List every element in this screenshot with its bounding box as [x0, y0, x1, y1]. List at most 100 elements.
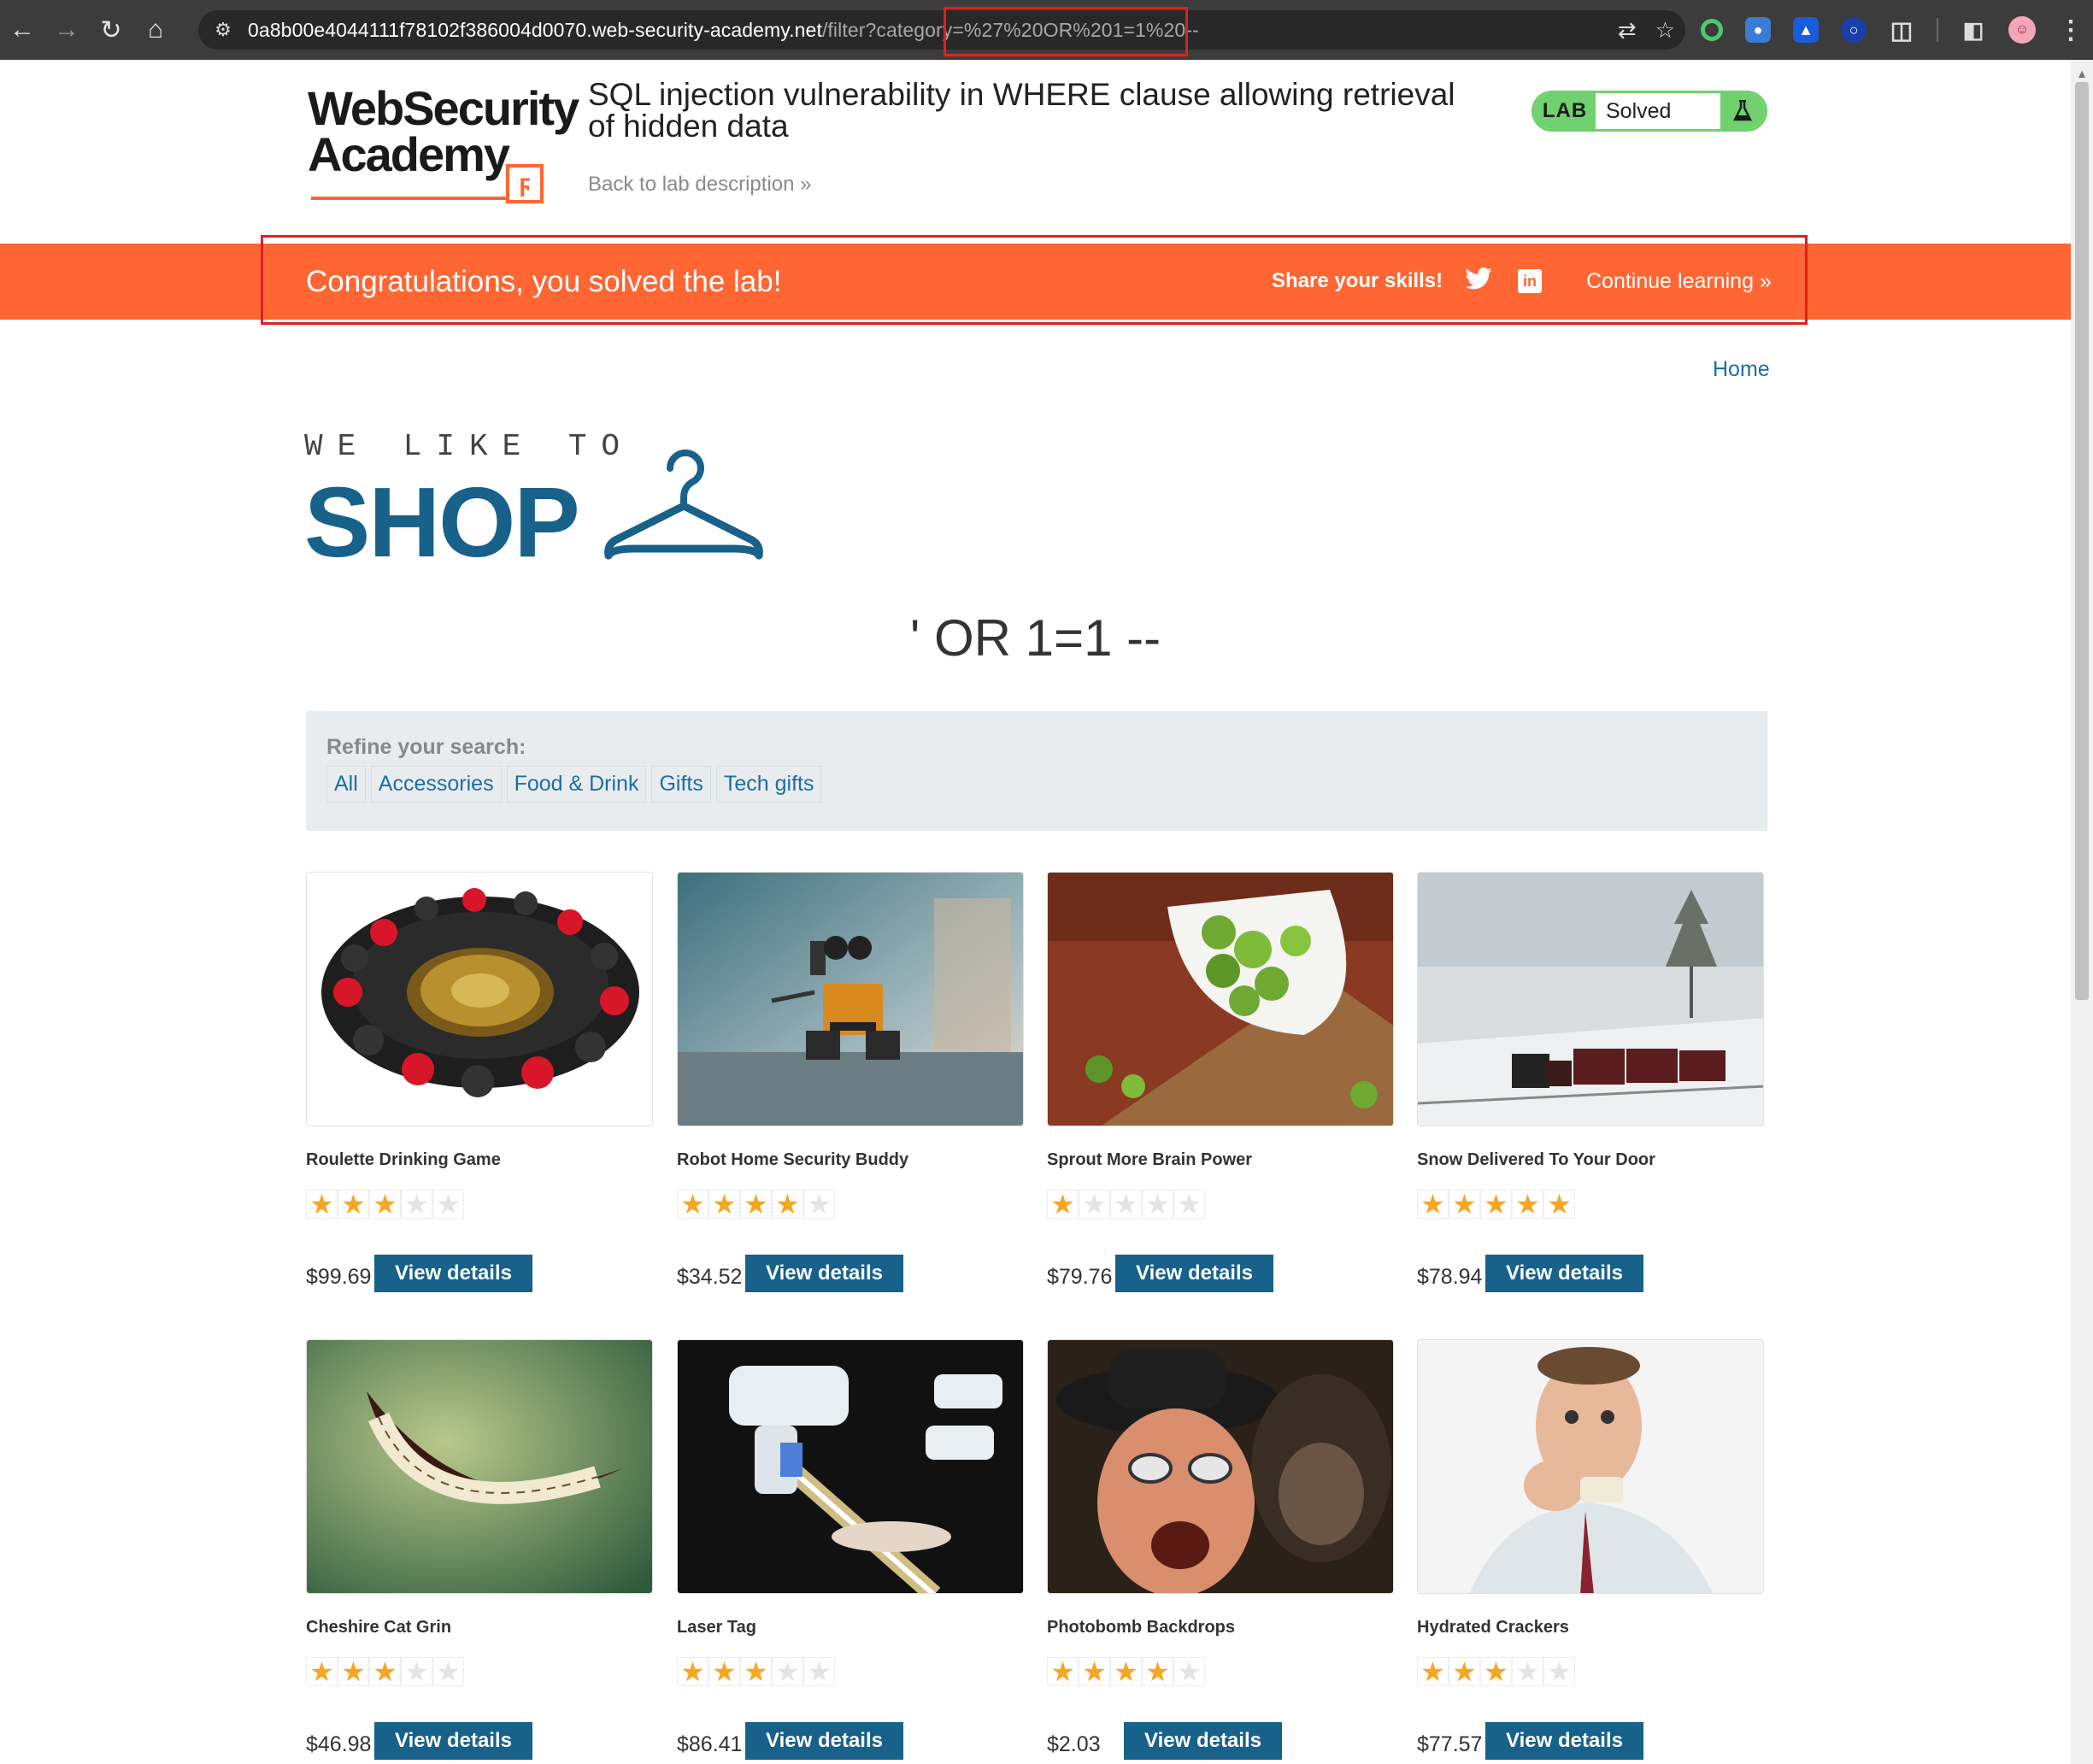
extensions-puzzle-icon[interactable]: ◫: [1889, 17, 1914, 44]
product-price: $46.98: [306, 1732, 372, 1756]
logo-underline: [311, 197, 509, 200]
product-image-laser-guns[interactable]: [677, 1339, 1024, 1594]
logo-lightning-icon: ϝ: [506, 164, 544, 203]
address-bar[interactable]: ⚙ 0a8b00e4044111f78102f386004d0070.web-s…: [198, 10, 1685, 50]
product-card: Robot Home Security Buddy ★ ★ ★ ★ ★ $34.52 V…: [677, 872, 1024, 1292]
rating-star-icon: ★: [803, 1190, 835, 1219]
product-card: Photobomb Backdrops ★ ★ ★ ★ ★ $2.03 View det…: [1047, 1339, 1394, 1760]
category-title: ' OR 1=1 --: [909, 609, 1161, 667]
product-rating: ★ ★ ★ ★ ★: [677, 1657, 835, 1686]
filter-all[interactable]: All: [326, 766, 366, 803]
view-details-button[interactable]: View details: [1485, 1255, 1643, 1292]
site-info-icon[interactable]: ⚙: [198, 10, 248, 50]
bookmark-star-icon[interactable]: ☆: [1655, 17, 1675, 44]
product-price: $34.52: [677, 1265, 743, 1289]
home-icon[interactable]: ⌂: [133, 0, 178, 60]
view-details-button[interactable]: View details: [745, 1255, 903, 1292]
product-name: Photobomb Backdrops: [1047, 1618, 1236, 1637]
rating-star-icon: ★: [1110, 1657, 1142, 1686]
extension-shield-icon[interactable]: ▲: [1793, 17, 1819, 43]
view-details-button[interactable]: View details: [745, 1722, 903, 1760]
product-image-man-eating-cracker[interactable]: [1417, 1339, 1764, 1594]
product-name: Hydrated Crackers: [1417, 1618, 1569, 1637]
back-to-lab-description-link[interactable]: Back to lab description »: [588, 173, 812, 197]
product-name: Sprout More Brain Power: [1047, 1150, 1253, 1169]
rating-star-icon: ★: [369, 1190, 401, 1219]
rating-star-icon: ★: [772, 1190, 803, 1219]
product-name: Robot Home Security Buddy: [677, 1150, 909, 1169]
filter-food-and-drink[interactable]: Food & Drink: [506, 766, 647, 803]
scrollbar-thumb[interactable]: [2075, 82, 2089, 1000]
rating-star-icon: ★: [803, 1657, 835, 1686]
scroll-up-arrow-icon[interactable]: ▲: [2076, 67, 2088, 80]
rating-star-icon: ★: [1079, 1190, 1110, 1219]
translate-icon[interactable]: ⇄: [1618, 17, 1637, 44]
browser-menu-icon[interactable]: ⋮: [2058, 16, 2084, 44]
back-arrow-icon[interactable]: ←: [0, 0, 44, 60]
filter-gifts[interactable]: Gifts: [651, 766, 711, 803]
product-rating: ★ ★ ★ ★ ★: [677, 1190, 835, 1219]
refine-search-label: Refine your search:: [326, 735, 526, 759]
rating-star-icon: ★: [401, 1190, 432, 1219]
rating-star-icon: ★: [708, 1190, 740, 1219]
profile-avatar-icon[interactable]: ☺: [2008, 16, 2036, 44]
rating-star-icon: ★: [338, 1190, 369, 1219]
product-rating: ★ ★ ★ ★ ★: [1417, 1190, 1575, 1219]
product-card: Sprout More Brain Power ★ ★ ★ ★ ★ $79.76 Vie…: [1047, 872, 1394, 1292]
view-details-button[interactable]: View details: [374, 1722, 532, 1760]
rating-star-icon: ★: [677, 1190, 708, 1219]
rating-star-icon: ★: [1079, 1657, 1110, 1686]
product-image-cat-grin[interactable]: [306, 1339, 653, 1594]
url-host: 0a8b00e4044111f78102f386004d0070.web-sec…: [248, 18, 822, 41]
view-details-button[interactable]: View details: [1115, 1255, 1273, 1292]
extension-dark-blue-icon[interactable]: ○: [1841, 17, 1867, 43]
rating-star-icon: ★: [1142, 1657, 1173, 1686]
reload-icon[interactable]: ↻: [89, 0, 133, 60]
product-card: Hydrated Crackers ★ ★ ★ ★ ★ $77.57 View deta…: [1417, 1339, 1764, 1760]
product-name: Laser Tag: [677, 1618, 756, 1637]
product-card: Laser Tag ★ ★ ★ ★ ★ $86.41 View details: [677, 1339, 1024, 1760]
view-details-button[interactable]: View details: [374, 1255, 532, 1292]
product-price: $2.03: [1047, 1732, 1101, 1756]
lab-status-widget: LAB Solved: [1532, 91, 1767, 132]
extension-green-circle-icon[interactable]: [1701, 19, 1723, 41]
home-link[interactable]: Home: [1713, 357, 1770, 382]
rating-star-icon: ★: [432, 1190, 464, 1219]
logo-line-1: WebSecurity: [308, 81, 579, 135]
rating-star-icon: ★: [1142, 1190, 1173, 1219]
web-security-academy-logo[interactable]: WebSecurity Academy ϝ: [308, 85, 581, 239]
rating-star-icon: ★: [1480, 1657, 1512, 1686]
rating-star-icon: ★: [1417, 1657, 1449, 1686]
rating-star-icon: ★: [1449, 1190, 1480, 1219]
product-rating: ★ ★ ★ ★ ★: [306, 1657, 464, 1686]
product-image-man-and-monkey[interactable]: [1047, 1339, 1394, 1594]
rating-star-icon: ★: [772, 1657, 803, 1686]
product-card: Snow Delivered To Your Door ★ ★ ★ ★ ★ $78.94…: [1417, 872, 1764, 1292]
rating-star-icon: ★: [1449, 1657, 1480, 1686]
forward-arrow-icon[interactable]: →: [44, 0, 89, 60]
product-image-roulette-wheel[interactable]: [306, 872, 653, 1126]
rating-star-icon: ★: [1512, 1190, 1543, 1219]
product-name: Roulette Drinking Game: [306, 1150, 501, 1169]
product-image-robot-toy[interactable]: [677, 872, 1024, 1126]
filter-accessories[interactable]: Accessories: [370, 766, 502, 803]
rating-star-icon: ★: [432, 1657, 464, 1686]
product-image-brussels-sprouts[interactable]: [1047, 872, 1394, 1126]
lab-status-text: Solved: [1606, 98, 1672, 123]
lab-title: SQL injection vulnerability in WHERE cla…: [588, 77, 1455, 144]
product-name: Snow Delivered To Your Door: [1417, 1150, 1655, 1169]
product-price: $78.94: [1417, 1265, 1483, 1289]
view-details-button[interactable]: View details: [1124, 1722, 1282, 1760]
toolbar-divider: [1937, 18, 1938, 42]
view-details-button[interactable]: View details: [1485, 1722, 1643, 1760]
product-price: $77.57: [1417, 1732, 1483, 1756]
side-panel-icon[interactable]: ◧: [1961, 17, 1986, 43]
filter-tech-gifts[interactable]: Tech gifts: [715, 766, 822, 803]
product-image-snowy-train[interactable]: [1417, 872, 1764, 1126]
rating-star-icon: ★: [740, 1190, 772, 1219]
product-card: Roulette Drinking Game ★ ★ ★ ★ ★ $99.69 View…: [306, 872, 653, 1292]
rating-star-icon: ★: [1110, 1190, 1142, 1219]
rating-star-icon: ★: [401, 1657, 432, 1686]
extension-bitwarden-like-icon[interactable]: ●: [1745, 17, 1771, 43]
product-rating: ★ ★ ★ ★ ★: [1047, 1190, 1205, 1219]
